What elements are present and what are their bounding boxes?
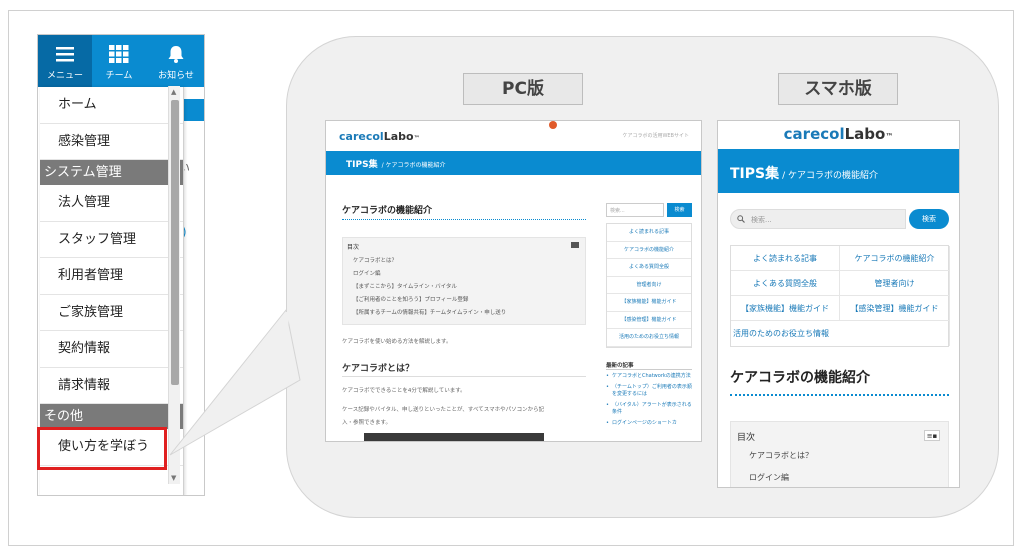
sp-version-tag: スマホ版: [778, 73, 898, 105]
menu-item-users[interactable]: 利用者管理: [40, 258, 183, 295]
title-underline: [342, 219, 586, 220]
notice-label: お知らせ: [158, 71, 194, 81]
toc-item[interactable]: ケアコラボとは？: [353, 256, 397, 264]
toc-item[interactable]: 【所属するチームの情報共有】チームタイムライン・申し送り: [353, 308, 506, 316]
pc-version-tag: PC版: [463, 73, 583, 105]
category-links: よく読まれる記事 ケアコラボの機能紹介 よくある質問全般 管理者向け 【家族機能…: [730, 245, 950, 347]
bell-icon: [168, 46, 184, 63]
toc-toggle-icon[interactable]: [571, 242, 579, 248]
section-title: TIPS集 / ケアコラボの機能紹介: [346, 160, 446, 170]
recent-item[interactable]: ログインページのショートカ: [606, 420, 694, 428]
toc-toggle-icon[interactable]: ≡▪: [924, 430, 940, 441]
category-link[interactable]: 【感染管理】機能ガイド: [607, 312, 691, 329]
recent-item[interactable]: （チームトップ）ご利用者の表示順を変更するには: [606, 384, 694, 399]
highlight-box: [37, 427, 167, 470]
scroll-up-icon[interactable]: ▲: [171, 88, 176, 96]
toc-item[interactable]: 【まずここから】タイムライン・バイタル: [353, 282, 457, 290]
menu-button[interactable]: メニュー: [38, 35, 92, 87]
toc-label: 目次: [347, 244, 360, 251]
toc-item[interactable]: 【ご利用者のことを知ろう】プロフィール登録: [353, 295, 468, 303]
toc-item[interactable]: ログイン編: [749, 472, 789, 483]
paragraph: 入・参照できます。: [342, 420, 391, 426]
menu-item-corporation[interactable]: 法人管理: [40, 185, 183, 222]
section-heading: ケアコラボとは？: [342, 364, 415, 374]
category-link[interactable]: よく読まれる記事: [607, 224, 691, 242]
category-link[interactable]: 管理者向け: [607, 277, 691, 294]
sp-site-header: carecolLabo™: [718, 121, 959, 149]
sp-section-bar: TIPS集 / ケアコラボの機能紹介: [718, 149, 959, 193]
menu-item-contract[interactable]: 契約情報: [40, 331, 183, 368]
breadcrumb: / ケアコラボの機能紹介: [381, 162, 446, 169]
heading-underline: [342, 376, 586, 377]
pc-site-header: carecolLabo™ ケアコラボの活用WEBサイト: [326, 121, 701, 151]
breadcrumb: / ケアコラボの機能紹介: [782, 171, 879, 181]
hamburger-icon: [56, 47, 74, 62]
pc-screenshot: carecolLabo™ ケアコラボの活用WEBサイト TIPS集 / ケアコラボ…: [325, 120, 702, 442]
grid-icon: [109, 45, 129, 63]
category-link[interactable]: よくある質問全般: [607, 259, 691, 277]
category-link[interactable]: ケアコラボの機能紹介: [607, 242, 691, 259]
search-button[interactable]: 検索: [909, 209, 949, 229]
search-button[interactable]: 検索: [667, 203, 692, 217]
menu-section-other: その他: [40, 404, 183, 429]
video-embed[interactable]: [364, 433, 544, 441]
site-subtitle: ケアコラボの活用WEBサイト: [622, 133, 689, 139]
toc-label: 目次: [737, 433, 756, 443]
section-title: TIPS集 / ケアコラボの機能紹介: [730, 166, 879, 182]
table-of-contents: 目次 ≡▪ ケアコラボとは？ ログイン編: [730, 421, 949, 487]
table-of-contents: 目次 ケアコラボとは？ ログイン編 【まずここから】タイムライン・バイタル 【ご…: [342, 237, 586, 325]
category-link[interactable]: 活用のためのお役立ち情報: [731, 321, 950, 346]
category-link[interactable]: 活用のためのお役立ち情報: [607, 329, 691, 347]
category-link[interactable]: ケアコラボの機能紹介: [840, 246, 950, 271]
notification-badge: [549, 121, 557, 129]
menu-section-system: システム管理: [40, 160, 183, 185]
category-link[interactable]: 【家族機能】機能ガイド: [731, 296, 840, 321]
recent-heading: 最新の記事: [606, 363, 634, 369]
scroll-down-icon[interactable]: ▼: [171, 474, 176, 482]
intro-text: ケアコラボを使い始める方法を解説します。: [342, 339, 452, 345]
notice-button[interactable]: お知らせ: [146, 35, 204, 87]
menu-item-billing[interactable]: 請求情報: [40, 368, 183, 404]
recent-item[interactable]: （バイタル）アラートが表示される条件: [606, 402, 694, 417]
article-title: ケアコラボの機能紹介: [342, 206, 433, 216]
paragraph: ケアコラボでできることを4分で解説しています。: [342, 388, 466, 394]
toc-item[interactable]: ケアコラボとは？: [749, 450, 813, 461]
menu-scrollbar[interactable]: ▲ ▼: [168, 86, 180, 484]
menu-item-family[interactable]: ご家族管理: [40, 295, 183, 331]
menu-item-infection[interactable]: 感染管理: [40, 124, 183, 160]
recent-list: ケアコラボとChatworkの連携方法 （チームトップ）ご利用者の表示順を変更す…: [606, 373, 694, 430]
category-link[interactable]: よくある質問全般: [731, 271, 840, 296]
recent-underline: [606, 369, 692, 370]
article-title: ケアコラボの機能紹介: [730, 370, 870, 386]
category-link[interactable]: 管理者向け: [840, 271, 950, 296]
category-link[interactable]: よく読まれる記事: [731, 246, 840, 271]
menu-label: メニュー: [46, 71, 83, 81]
search-icon: [737, 215, 745, 223]
phone-header: メニュー チーム お知らせ: [38, 35, 204, 87]
site-logo[interactable]: carecolLabo™: [718, 125, 959, 143]
category-link[interactable]: 【家族機能】機能ガイド: [607, 294, 691, 312]
toc-item[interactable]: ログイン編: [353, 269, 381, 277]
category-links: よく読まれる記事 ケアコラボの機能紹介 よくある質問全般 管理者向け 【家族機能…: [606, 223, 692, 348]
category-link[interactable]: 【感染管理】機能ガイド: [840, 296, 950, 321]
site-logo[interactable]: carecolLabo™: [339, 130, 420, 143]
recent-item[interactable]: ケアコラボとChatworkの連携方法: [606, 373, 694, 381]
scroll-thumb[interactable]: [171, 100, 179, 385]
team-button[interactable]: チーム: [92, 35, 146, 87]
title-underline: [730, 394, 949, 396]
menu-item-home[interactable]: ホーム: [40, 87, 183, 124]
sp-screenshot: carecolLabo™ TIPS集 / ケアコラボの機能紹介 検索... 検索 …: [717, 120, 960, 488]
team-label: チーム: [105, 71, 133, 81]
search-input[interactable]: 検索...: [606, 203, 664, 217]
pc-section-bar: TIPS集 / ケアコラボの機能紹介: [326, 151, 701, 175]
search-input[interactable]: 検索...: [730, 209, 906, 229]
menu-item-staff[interactable]: スタッフ管理: [40, 222, 183, 258]
paragraph: ケース記録やバイタル、申し送りといったことが、すべてスマホやパソコンから記: [342, 407, 545, 413]
